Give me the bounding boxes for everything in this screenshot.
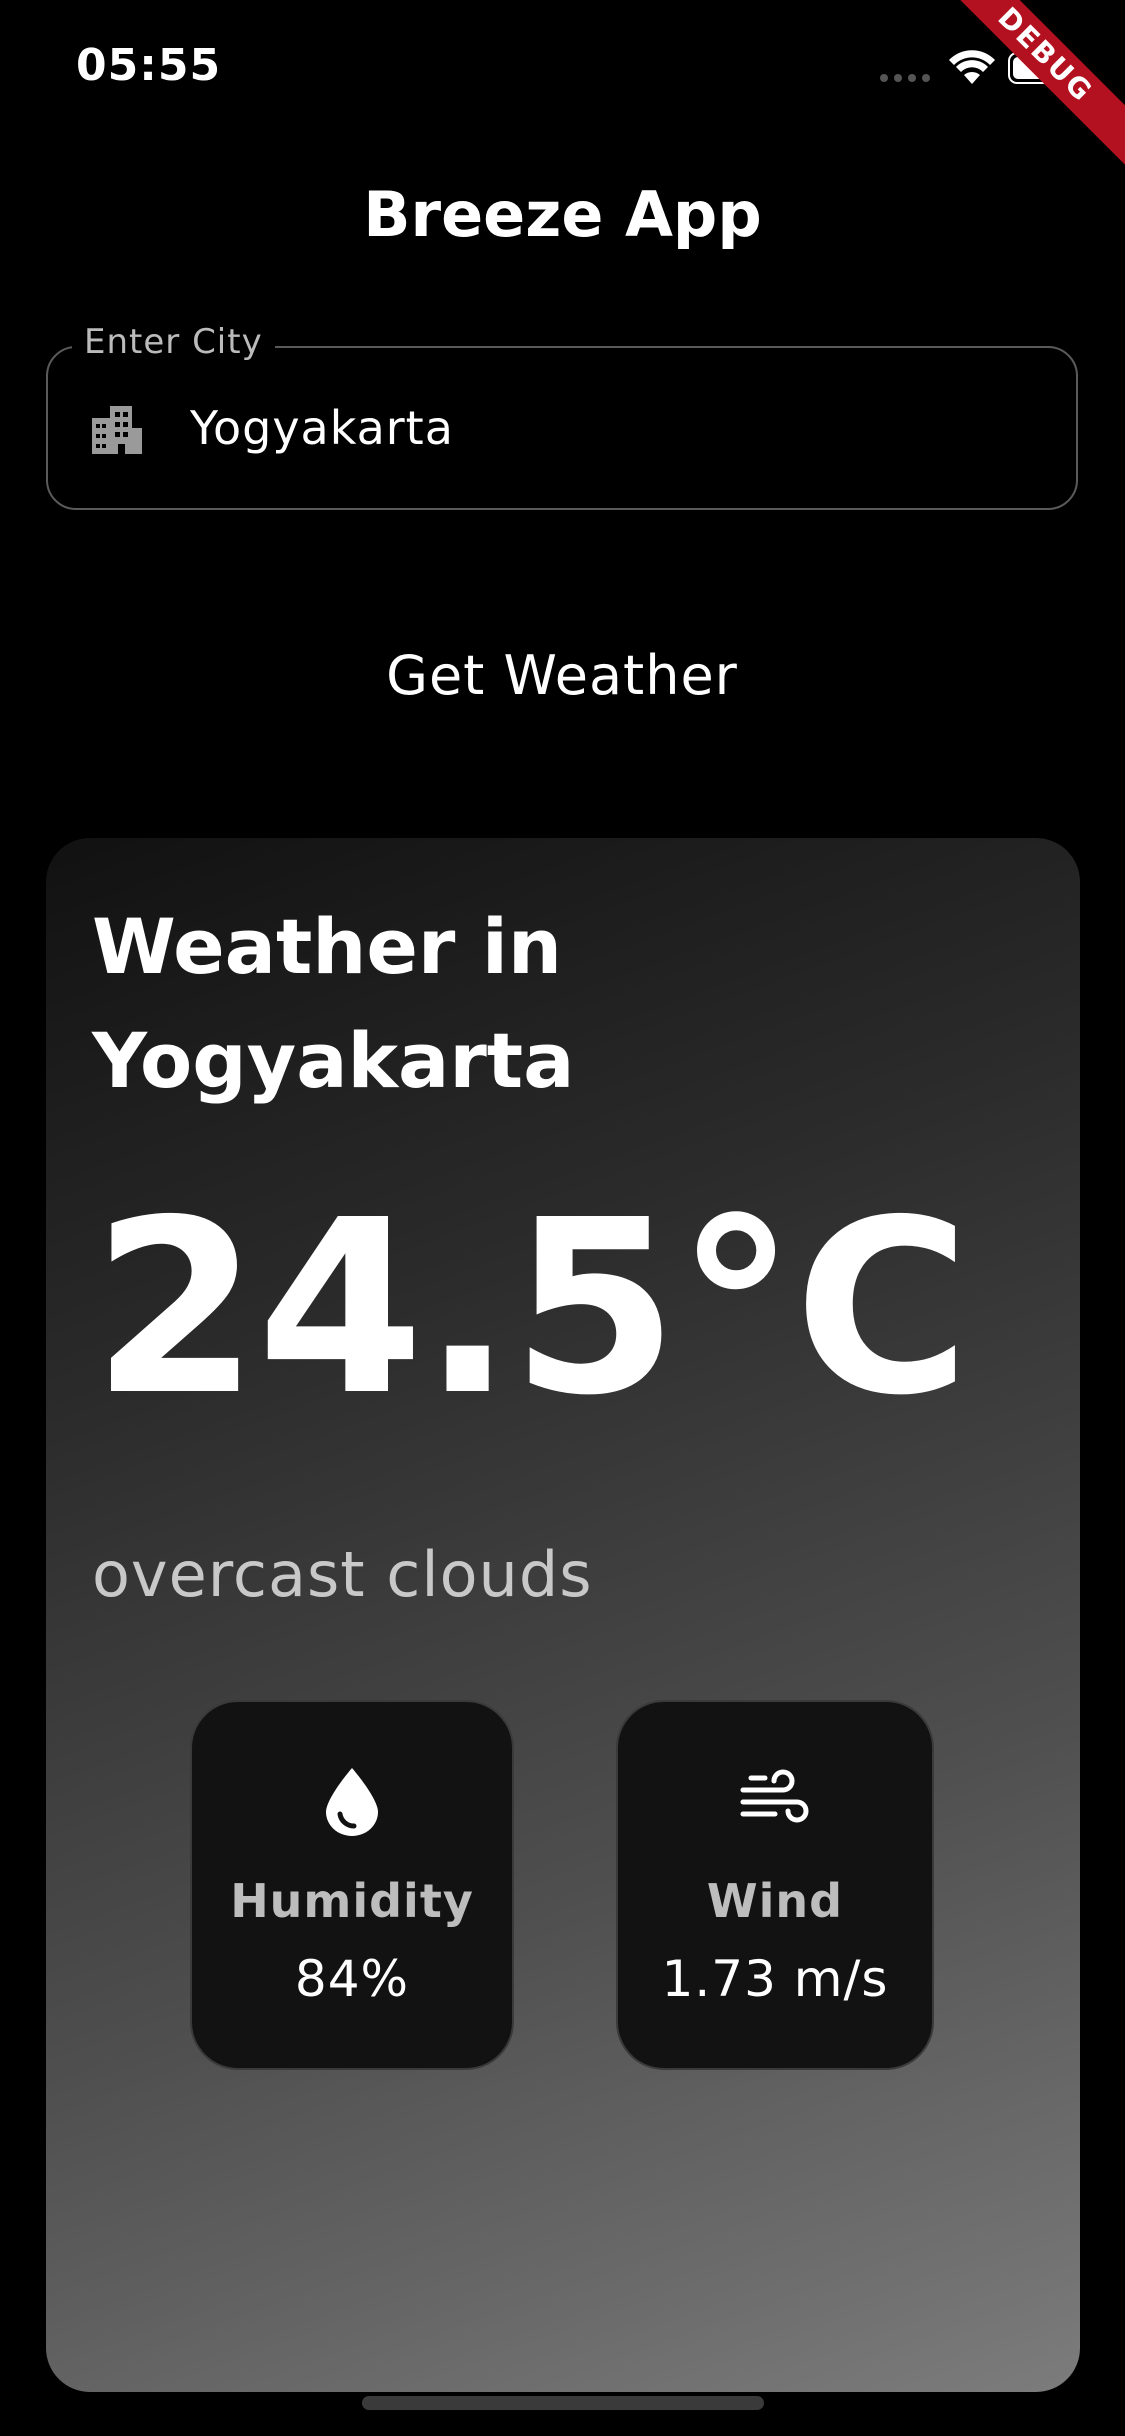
humidity-label: Humidity: [230, 1874, 474, 1928]
wind-label: Wind: [706, 1874, 844, 1928]
weather-description: overcast clouds: [92, 1538, 593, 1611]
city-input-field[interactable]: Enter City: [46, 322, 1078, 510]
city-input-label: Enter City: [72, 322, 275, 362]
city-input[interactable]: [190, 388, 1050, 468]
water-drop-icon: [326, 1768, 378, 1836]
weather-card: Weather in Yogyakarta 24.5°C overcast cl…: [46, 838, 1080, 2392]
wind-value: 1.73 m/s: [661, 1950, 889, 2008]
humidity-card: Humidity 84%: [190, 1700, 514, 2070]
weather-title: Weather in Yogyakarta: [92, 902, 575, 1105]
building-icon: [92, 406, 142, 454]
app-title: Breeze App: [363, 178, 762, 251]
wind-card: Wind 1.73 m/s: [616, 1700, 934, 2070]
status-time: 05:55: [76, 40, 222, 91]
wind-icon: [740, 1769, 809, 1823]
humidity-value: 84%: [294, 1950, 410, 2008]
wifi-icon: [949, 50, 995, 84]
debug-banner: DEBUG: [924, 0, 1125, 176]
cellular-signal-icon: [880, 74, 930, 82]
home-indicator[interactable]: [362, 2396, 764, 2410]
get-weather-button[interactable]: Get Weather: [312, 630, 812, 720]
temperature-value: 24.5°C: [92, 1168, 970, 1448]
